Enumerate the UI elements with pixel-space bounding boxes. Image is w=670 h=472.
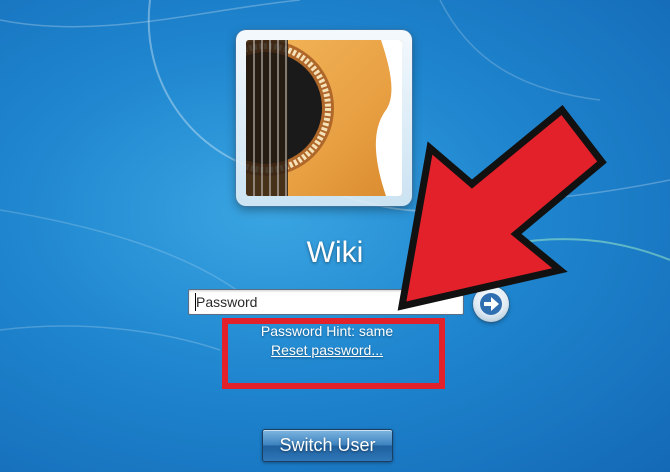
switch-user-button[interactable]: Switch User (262, 429, 393, 462)
pointer-arrow-icon (397, 105, 607, 311)
